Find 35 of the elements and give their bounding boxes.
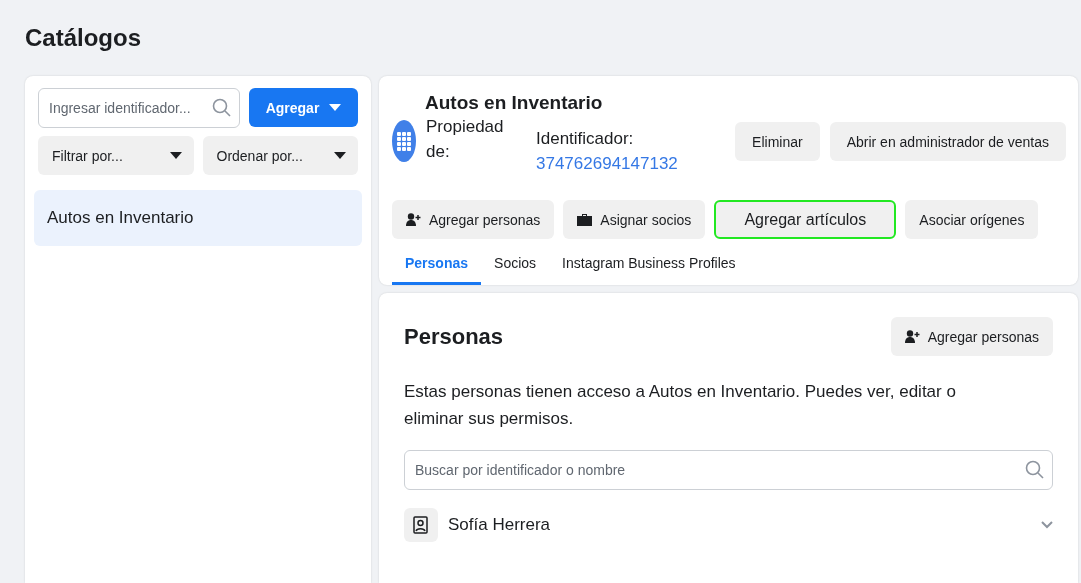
action-button[interactable]: Agregar personas [392,200,555,239]
action-button[interactable]: Asignar socios [563,200,706,239]
action-button[interactable]: Agregar artículos [714,200,897,239]
id-label: Identificador: [536,128,635,150]
catalog-grid-icon [392,120,416,162]
dropdown-button[interactable]: Ordenar por... [202,136,358,175]
search-field[interactable]: Ingresar identificador... [38,88,240,128]
owner-label: Propiedad de: [426,116,505,163]
catalog-name: Autos en Inventario [425,92,604,114]
header-button[interactable]: Abrir en administrador de ventas [829,122,1066,161]
briefcase-icon [577,213,593,226]
page-title: Catálogos [25,24,142,52]
person-add-icon [904,330,920,343]
description-text: Estas personas tienen acceso a Autos en Inventario. Puedes ver, editar o eliminar sus permisos. [404,381,957,430]
person-add-icon [406,213,421,226]
caret-icon [329,104,342,111]
add-people-button[interactable]: Agregar personas [890,317,1053,356]
tab[interactable]: Instagram Business Profiles [549,247,749,285]
caret-icon [169,152,182,159]
section-title: Personas [404,323,504,350]
id-link[interactable]: 374762694147132 [536,154,678,173]
search-field[interactable]: Buscar por identificador o nombre [404,450,1053,490]
chevron-down-icon[interactable] [1041,521,1053,529]
avatar-icon [404,508,438,542]
tab[interactable]: Socios [481,247,550,285]
action-button[interactable]: Asociar orígenes [905,200,1039,239]
tab[interactable]: Personas [392,247,482,285]
catalog-item[interactable]: Autos en Inventario [34,190,362,246]
search-icon [1025,460,1045,480]
caret-icon [334,152,346,159]
add-button[interactable]: Agregar [249,88,358,127]
dropdown-button[interactable]: Filtrar por... [38,136,194,175]
person-name: Sofía Herrera [448,515,551,535]
header-button[interactable]: Eliminar [735,122,820,161]
search-icon [212,98,232,118]
